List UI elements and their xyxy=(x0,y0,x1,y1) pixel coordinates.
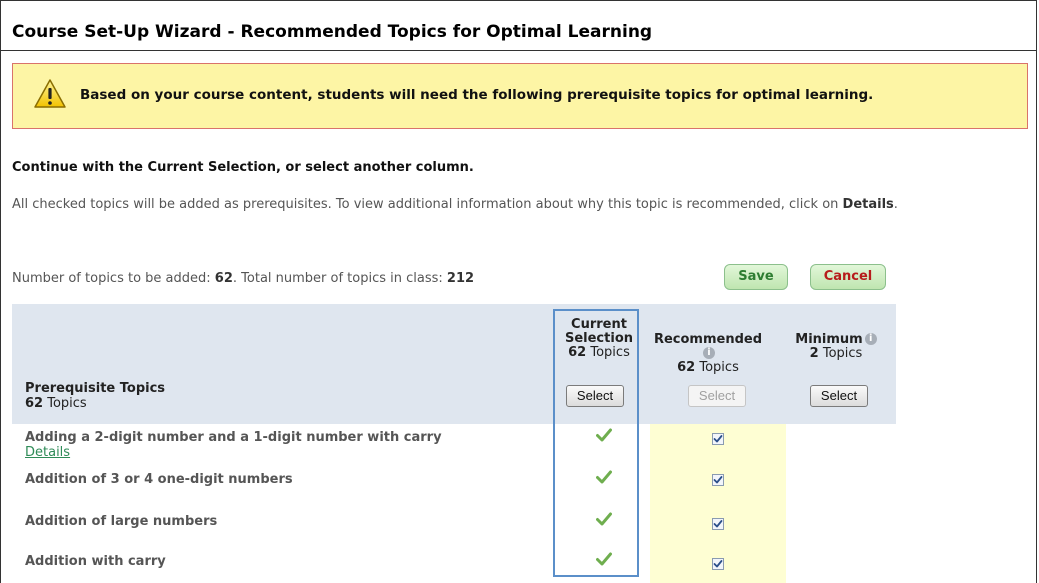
current-count: 62 Topics xyxy=(560,346,638,360)
column-minimum: Minimum i 2 Topics xyxy=(790,333,882,361)
topic-name: Addition with carry xyxy=(25,554,166,569)
recommended-checkbox[interactable] xyxy=(712,558,724,570)
rec-label-line: Recommendedi xyxy=(650,333,766,361)
select-current-button[interactable]: Select xyxy=(566,385,624,407)
rec-label: Recommended xyxy=(653,332,763,347)
recommended-checkbox[interactable] xyxy=(712,518,724,530)
recommended-checkbox[interactable] xyxy=(712,433,724,445)
prereq-count-suffix: Topics xyxy=(43,396,87,411)
rec-count-suffix: Topics xyxy=(695,360,739,375)
table-row: Addition with carry xyxy=(12,548,896,583)
current-label-2: Selection xyxy=(564,331,633,346)
prereq-topics-count: 62 Topics xyxy=(25,396,87,411)
table-row: Adding a 2-digit number and a 1-digit nu… xyxy=(12,424,896,464)
current-count-suffix: Topics xyxy=(586,345,630,360)
topic-name: Adding a 2-digit number and a 1-digit nu… xyxy=(25,430,442,445)
banner-message: Based on your course content, students w… xyxy=(80,87,874,103)
check-icon xyxy=(596,470,612,484)
select-recommended-button[interactable]: Select xyxy=(688,385,746,407)
table-row: Addition of 3 or 4 one-digit numbers xyxy=(12,466,896,506)
added-value: 62 xyxy=(214,271,233,286)
prereq-count-value: 62 xyxy=(25,396,44,411)
info-icon[interactable]: i xyxy=(703,347,715,359)
save-button[interactable]: Save xyxy=(724,264,788,290)
column-recommended: Recommendedi 62 Topics xyxy=(650,333,766,375)
page-title: Course Set-Up Wizard - Recommended Topic… xyxy=(12,22,653,42)
instruction-description: All checked topics will be added as prer… xyxy=(12,196,902,213)
title-divider xyxy=(0,50,1037,51)
instruction-heading: Continue with the Current Selection, or … xyxy=(12,160,474,175)
check-icon xyxy=(596,552,612,566)
topic-name: Addition of 3 or 4 one-digit numbers xyxy=(25,472,293,487)
topic-count-summary: Number of topics to be added: 62. Total … xyxy=(12,271,474,286)
table-row: Addition of large numbers xyxy=(12,508,896,548)
min-label-line: Minimum i xyxy=(790,333,882,347)
min-count-value: 2 xyxy=(809,346,819,361)
check-icon xyxy=(596,512,612,526)
added-label: Number of topics to be added: xyxy=(12,271,215,286)
info-icon[interactable]: i xyxy=(864,333,877,345)
current-count-value: 62 xyxy=(568,345,587,360)
check-icon xyxy=(596,428,612,442)
desc-suffix: . xyxy=(893,197,898,212)
column-current-selection: Current Selection 62 Topics xyxy=(560,318,638,360)
desc-details-word: Details xyxy=(842,197,894,212)
prereq-topics-header: Prerequisite Topics xyxy=(25,381,166,396)
rec-count: 62 Topics xyxy=(650,361,766,375)
min-count-suffix: Topics xyxy=(818,346,863,361)
rec-count-value: 62 xyxy=(677,360,696,375)
total-label: . Total number of topics in class: xyxy=(232,271,447,286)
topic-name: Addition of large numbers xyxy=(25,514,218,529)
min-count: 2 Topics xyxy=(790,347,882,361)
desc-text: All checked topics will be added as prer… xyxy=(12,197,843,212)
recommended-checkbox[interactable] xyxy=(712,474,724,486)
cancel-button[interactable]: Cancel xyxy=(810,264,886,290)
warning-banner: Based on your course content, students w… xyxy=(12,63,1028,129)
current-label-1: Current xyxy=(571,317,627,332)
select-minimum-button[interactable]: Select xyxy=(810,385,868,407)
warning-icon xyxy=(33,78,67,110)
min-label: Minimum xyxy=(795,332,863,347)
details-link[interactable]: Details xyxy=(25,445,70,460)
total-value: 212 xyxy=(446,271,475,286)
